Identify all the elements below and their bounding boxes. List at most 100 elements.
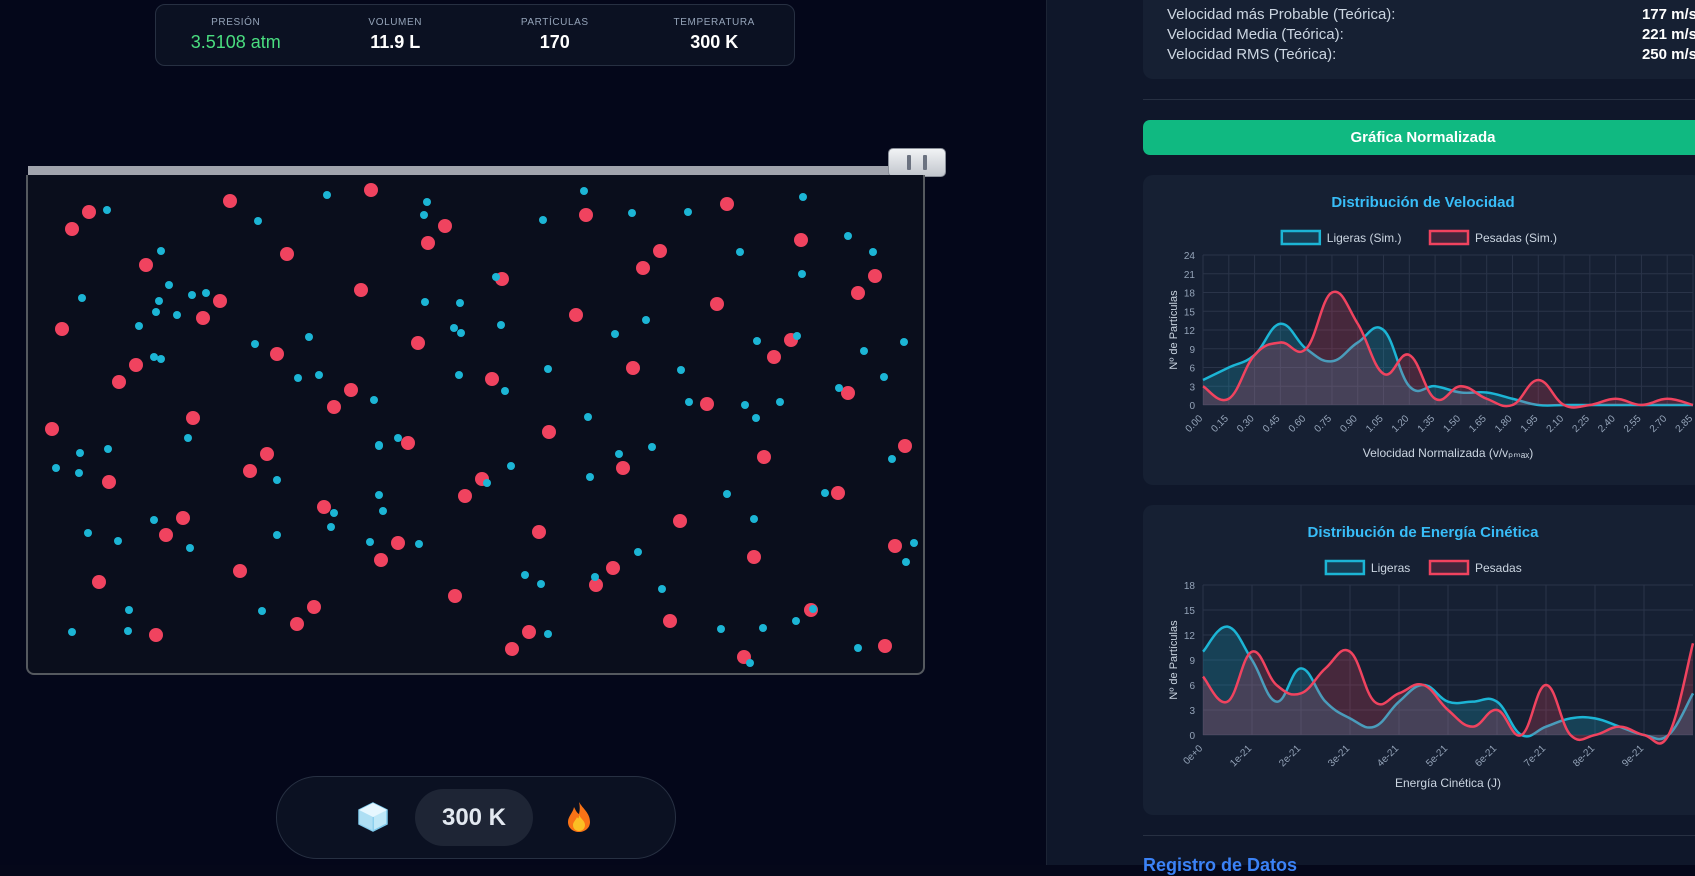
x-tick-label: 0e+0 — [1181, 743, 1205, 767]
y-tick-label: 21 — [1184, 270, 1196, 281]
stat-label: PRESIÓN — [211, 17, 261, 28]
x-tick-label: 2.55 — [1622, 413, 1644, 435]
x-tick-label: 9e-21 — [1620, 743, 1646, 769]
ice-cube-icon[interactable] — [355, 799, 391, 835]
heavy-particle — [280, 247, 294, 261]
x-tick-label: 7e-21 — [1522, 743, 1548, 769]
heavy-particle — [411, 336, 425, 350]
x-tick-label: 2.25 — [1570, 413, 1592, 435]
simulation-panel: PRESIÓN 3.5108 atm VOLUMEN 11.9 L PARTÍC… — [0, 0, 1046, 865]
x-tick-label: 0.60 — [1287, 413, 1309, 435]
legend-label: Ligeras (Sim.) — [1327, 231, 1402, 245]
x-tick-label: 1e-21 — [1228, 743, 1254, 769]
heavy-particle — [344, 383, 358, 397]
heavy-particle — [636, 261, 650, 275]
light-particle — [723, 490, 731, 498]
fire-icon[interactable] — [561, 799, 597, 835]
heavy-particle — [260, 447, 274, 461]
heavy-particle — [767, 350, 781, 364]
y-tick-label: 18 — [1184, 581, 1196, 592]
light-particle — [366, 538, 374, 546]
x-tick-label: 1.20 — [1390, 413, 1412, 435]
light-particle — [423, 198, 431, 206]
x-tick-label: 2.40 — [1596, 413, 1618, 435]
stat-value: 11.9 L — [370, 32, 421, 52]
light-particle — [869, 248, 877, 256]
chart-title: Distribución de Energía Cinética — [1308, 524, 1540, 541]
light-particle — [741, 401, 749, 409]
heavy-particle — [243, 464, 257, 478]
light-particle — [584, 413, 592, 421]
light-particle — [323, 191, 331, 199]
light-particle — [202, 289, 210, 297]
normalized-chart-button[interactable]: Gráfica Normalizada — [1143, 120, 1695, 155]
x-tick-label: 1.95 — [1519, 413, 1541, 435]
legend-label: Ligeras — [1371, 561, 1410, 575]
light-particle — [415, 540, 423, 548]
light-particle — [591, 573, 599, 581]
heavy-particle — [45, 422, 59, 436]
light-particle — [165, 281, 173, 289]
x-tick-label: 1.50 — [1441, 413, 1463, 435]
y-axis-label: Nº de Partículas — [1168, 620, 1180, 700]
light-particle — [900, 338, 908, 346]
light-particle — [75, 469, 83, 477]
light-particle — [798, 270, 806, 278]
divider — [1143, 835, 1695, 836]
heavy-particle — [186, 411, 200, 425]
energy-chart-card: Distribución de Energía Cinética Ligeras P… — [1143, 505, 1695, 815]
y-tick-label: 6 — [1189, 681, 1195, 692]
x-tick-label: 5e-21 — [1424, 743, 1450, 769]
energy-chart: Distribución de Energía Cinética Ligeras P… — [1168, 524, 1695, 790]
y-tick-label: 9 — [1189, 345, 1195, 356]
heavy-particle — [579, 208, 593, 222]
light-particle — [776, 398, 784, 406]
heavy-particle — [458, 489, 472, 503]
light-particle — [152, 308, 160, 316]
light-particle — [910, 539, 918, 547]
light-particle — [648, 443, 656, 451]
y-tick-label: 15 — [1184, 606, 1196, 617]
stat-temperature: TEMPERATURA 300 K — [635, 5, 795, 65]
heavy-particle — [233, 564, 247, 578]
light-particle — [455, 371, 463, 379]
light-particle — [186, 544, 194, 552]
light-particle — [155, 297, 163, 305]
x-tick-label: 2.70 — [1648, 413, 1670, 435]
light-particle — [258, 607, 266, 615]
light-particle — [717, 625, 725, 633]
light-particle — [507, 462, 515, 470]
light-particle — [125, 606, 133, 614]
theory-value: 177 m/s — [1641, 6, 1695, 23]
light-particle — [501, 387, 509, 395]
legend-label: Pesadas — [1475, 561, 1522, 575]
light-particle — [844, 232, 852, 240]
piston-handle[interactable] — [888, 148, 946, 177]
heavy-particle — [354, 283, 368, 297]
light-particle — [799, 193, 807, 201]
light-particle — [580, 187, 588, 195]
y-tick-label: 15 — [1184, 307, 1196, 318]
heavy-particle — [878, 639, 892, 653]
light-particle — [68, 628, 76, 636]
temperature-value: 300 K — [415, 789, 533, 846]
light-particle — [752, 414, 760, 422]
y-tick-label: 18 — [1184, 289, 1196, 300]
theory-label: Velocidad RMS (Teórica): — [1167, 46, 1337, 63]
light-particle — [375, 441, 383, 449]
heavy-particle — [92, 575, 106, 589]
heavy-particle — [851, 286, 865, 300]
heavy-particle — [401, 436, 415, 450]
light-particle — [135, 322, 143, 330]
stat-value: 300 K — [690, 32, 739, 52]
light-particle — [370, 396, 378, 404]
x-tick-label: 0.75 — [1313, 413, 1335, 435]
theory-value: 221 m/s — [1641, 26, 1695, 43]
heavy-particle — [196, 311, 210, 325]
temperature-control: 300 K — [276, 776, 676, 859]
stat-label: VOLUMEN — [368, 17, 423, 28]
light-particle — [315, 371, 323, 379]
light-particle — [793, 332, 801, 340]
gas-container — [26, 175, 925, 675]
light-particle — [114, 537, 122, 545]
